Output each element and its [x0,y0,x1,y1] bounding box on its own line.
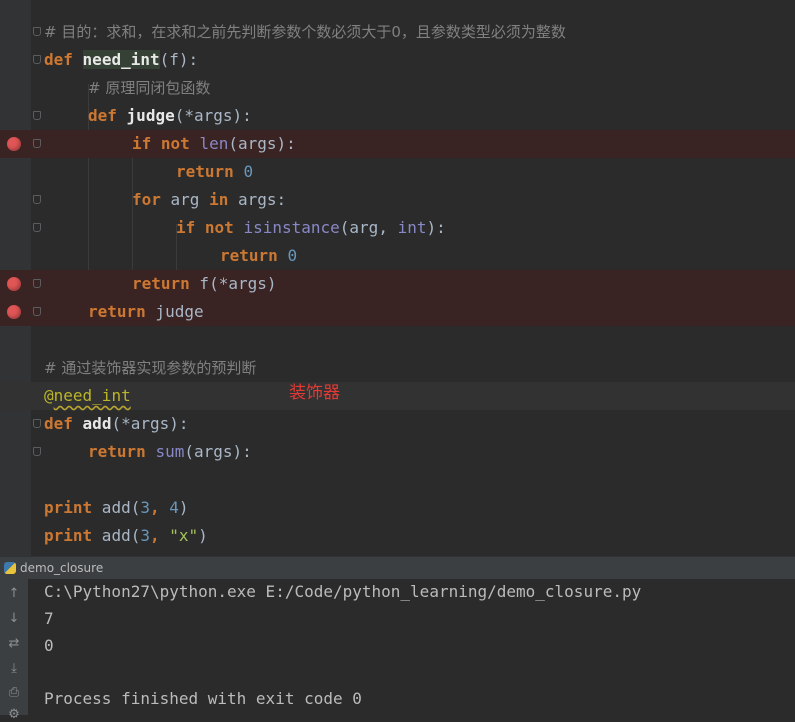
code-line-10[interactable]: return f(*args) [0,270,795,298]
breakpoint-icon[interactable] [7,305,21,319]
code-line-4[interactable]: def judge(*args): [0,102,795,130]
fold-marker-icon[interactable] [33,447,41,456]
keyword-return: return [132,274,190,293]
isinstance-close: ): [426,218,446,237]
console-line-command: C:\Python27\python.exe E:/Code/python_le… [44,582,642,601]
fold-marker-icon[interactable] [33,419,41,428]
code-line-14[interactable]: @need_int [0,382,795,410]
code-line-7[interactable]: for arg in args: [0,186,795,214]
builtin-sum: sum [155,442,185,461]
decorator-at: @ [44,386,54,405]
code-editor[interactable]: # 目的：求和，在求和之前先判断参数个数必须大于0，且参数类型必须为整数 def… [0,0,795,556]
params-args: (*args): [174,106,252,125]
number-3: 3 [140,498,150,517]
code-line-13[interactable]: # 通过装饰器实现参数的预判断 [0,354,795,382]
close-paren: ) [198,526,208,545]
keyword-def: def [44,414,73,433]
console-line-exit: Process finished with exit code 0 [44,689,362,708]
fold-marker-icon[interactable] [33,195,41,204]
keyword-print: print [44,498,93,517]
keyword-print: print [44,526,93,545]
rerun-up-icon[interactable]: ↑ [7,587,21,601]
fold-marker-icon[interactable] [33,223,41,232]
number-4: 4 [169,498,179,517]
params-f: (f): [159,50,199,69]
soft-wrap-icon[interactable]: ⇄ [7,637,21,651]
number-zero: 0 [287,246,298,265]
console-line-output-1: 7 [44,609,54,628]
fold-marker-icon[interactable] [33,27,41,36]
args-call: (args): [184,442,252,461]
keyword-for: for [132,190,161,209]
code-line-6[interactable]: return 0 [0,158,795,186]
number-3: 3 [140,526,150,545]
decorator-name: need_int [53,386,131,405]
isinstance-args: (arg, [339,218,398,237]
comma: , [149,498,170,517]
return-judge: judge [145,302,204,321]
builtin-len: len [199,134,229,153]
code-line-8[interactable]: if not isinstance(arg, int): [0,214,795,242]
keyword-if: if [132,134,152,153]
builtin-isinstance: isinstance [243,218,340,237]
call-add: add( [92,498,141,517]
function-name-add: add [82,414,112,433]
comment-closure: # 原理同闭包函数 [88,79,211,97]
scroll-end-icon[interactable]: ⤓ [7,662,21,676]
comment-decorator: # 通过装饰器实现参数的预判断 [44,359,257,377]
keyword-return: return [88,442,146,461]
loop-variable: arg [160,190,210,209]
print-icon[interactable]: ⎙ [7,686,21,700]
fold-marker-icon[interactable] [33,55,41,64]
args-call: (args): [228,134,296,153]
comment-purpose: # 目的：求和，在求和之前先判断参数个数必须大于0，且参数类型必须为整数 [44,23,566,41]
builtin-int: int [397,218,427,237]
code-line-19[interactable]: print add(3, "x") [0,522,795,550]
keyword-in: in [209,190,229,209]
settings-icon[interactable]: ⚙ [7,708,21,722]
code-line-5[interactable]: if not len(args): [0,130,795,158]
keyword-return: return [88,302,146,321]
code-line-1[interactable]: # 目的：求和，在求和之前先判断参数个数必须大于0，且参数类型必须为整数 [0,18,795,46]
run-panel-tab[interactable]: demo_closure [0,556,795,579]
breakpoint-icon[interactable] [7,137,21,151]
fold-marker-icon[interactable] [33,139,41,148]
return-call-f: f(*args) [189,274,277,293]
function-name-judge: judge [126,106,175,125]
string-x: "x" [169,526,199,545]
keyword-not: not [160,134,190,153]
code-line-2[interactable]: def need_int(f): [0,46,795,74]
code-line-15[interactable]: def add(*args): [0,410,795,438]
code-line-18[interactable]: print add(3, 4) [0,494,795,522]
keyword-def: def [88,106,117,125]
console-line-output-2: 0 [44,636,54,655]
rerun-down-icon[interactable]: ↓ [7,612,21,626]
number-zero: 0 [243,162,254,181]
call-add: add( [92,526,141,545]
python-file-icon [4,562,16,574]
comma: , [149,526,170,545]
code-line-9[interactable]: return 0 [0,242,795,270]
keyword-return: return [176,162,234,181]
loop-iterable: args: [228,190,287,209]
breakpoint-icon[interactable] [7,277,21,291]
code-line-16[interactable]: return sum(args): [0,438,795,466]
keyword-def: def [44,50,73,69]
code-line-11[interactable]: return judge [0,298,795,326]
run-console[interactable]: ↑ ↓ ⇄ ⤓ ⎙ ⚙ C:\Python27\python.exe E:/Co… [0,579,795,722]
params-args: (*args): [111,414,189,433]
fold-marker-icon[interactable] [33,111,41,120]
fold-marker-icon[interactable] [33,279,41,288]
keyword-if: if [176,218,196,237]
run-tab-title[interactable]: demo_closure [20,561,103,575]
function-name-need-int: need_int [82,50,160,69]
fold-marker-icon[interactable] [33,307,41,316]
keyword-return: return [220,246,278,265]
decorator-annotation: 装饰器 [289,383,340,403]
close-paren: ) [178,498,189,517]
keyword-not: not [204,218,234,237]
run-toolbar: ↑ ↓ ⇄ ⤓ ⎙ ⚙ [0,579,28,722]
code-line-3[interactable]: # 原理同闭包函数 [0,74,795,102]
